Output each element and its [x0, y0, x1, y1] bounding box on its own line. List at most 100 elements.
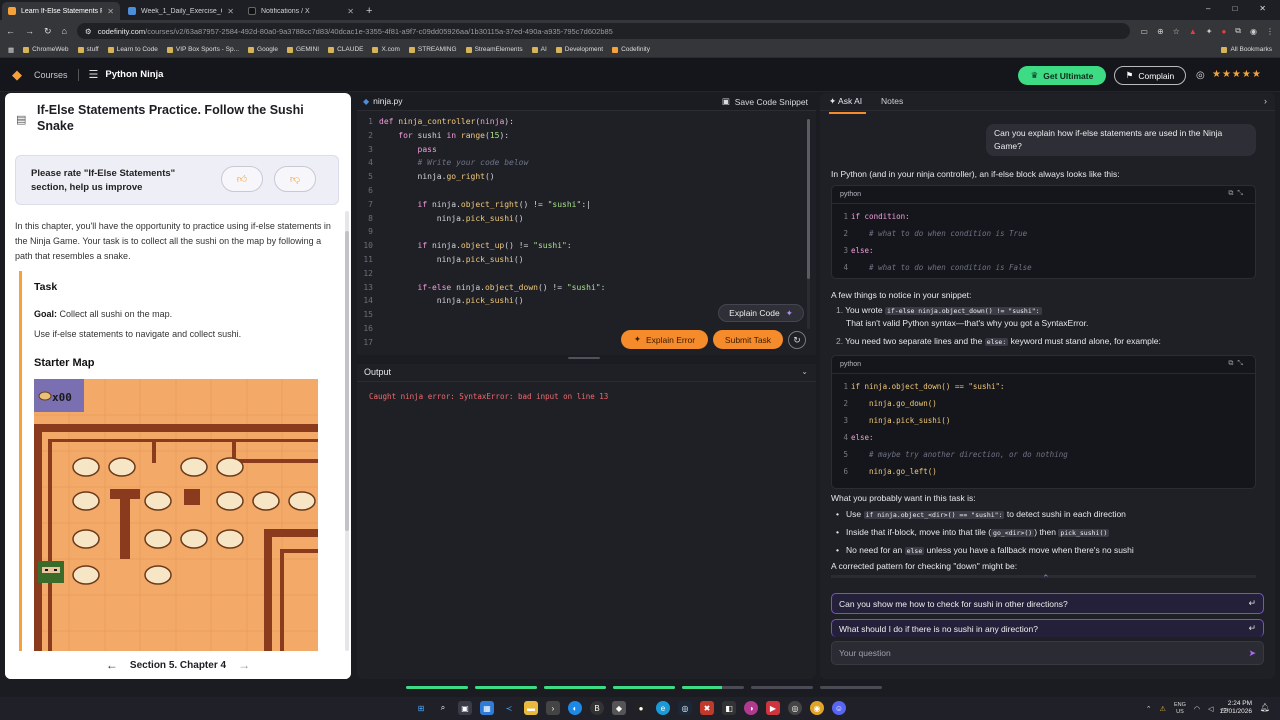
browser-tab-docs[interactable]: Week_1_Daily_Exercise_Guide.d ✕ [122, 2, 240, 20]
browser-tab-codefinity[interactable]: Learn If-Else Statements Practic ✕ [2, 2, 120, 20]
save-code-snippet-button[interactable]: ▣ Save Code Snippet [722, 96, 808, 107]
lesson-scrollbar[interactable] [345, 211, 349, 651]
file-tab[interactable]: ◆ ninja.py [363, 96, 402, 106]
courses-link[interactable]: Courses [34, 70, 68, 80]
explain-code-button[interactable]: Explain Code ✦ [718, 304, 804, 322]
expand-icon[interactable]: ⤡ [1237, 190, 1247, 197]
menu-icon[interactable]: ☰ [89, 68, 99, 81]
codefinity-logo-icon[interactable]: ◆ [10, 67, 24, 82]
app-icon[interactable]: ◑ [744, 701, 758, 715]
scroll-up-icon[interactable]: ⌃ [1042, 573, 1050, 584]
minimize-button[interactable]: – [1206, 4, 1210, 13]
app-icon[interactable]: ◧ [722, 701, 736, 715]
home-icon[interactable]: ⌂ [62, 26, 67, 36]
book-icon[interactable]: ▤ [16, 113, 26, 126]
bookmark-item[interactable]: GEMINI [286, 46, 319, 53]
clock[interactable]: 2:24 PM 12/01/2026 [1219, 700, 1252, 716]
chevron-up-icon[interactable]: ⌃ [1146, 705, 1152, 713]
thumbs-down-button[interactable]: 👎︎ [274, 166, 316, 192]
profile-avatar-icon[interactable]: ◉ [1250, 27, 1257, 36]
app-icon[interactable]: ◎ [788, 701, 802, 715]
steam-icon[interactable]: ◎ [678, 701, 692, 715]
forward-icon[interactable]: → [25, 26, 34, 36]
reset-code-icon[interactable]: ↻ [788, 331, 806, 349]
language-globe-icon[interactable]: ◎ [1196, 70, 1205, 81]
close-tab-icon[interactable]: ✕ [347, 7, 354, 16]
app-icon[interactable]: B [590, 701, 604, 715]
cast-icon[interactable]: ▭ [1140, 27, 1148, 36]
maximize-button[interactable]: □ [1232, 4, 1237, 13]
ai-question-input[interactable]: Your question ➤ [831, 641, 1264, 665]
extensions-puzzle-icon[interactable]: ⧉ [1235, 26, 1241, 36]
app-icon[interactable]: ▶ [766, 701, 780, 715]
reload-icon[interactable]: ↻ [44, 26, 52, 37]
chevron-down-icon[interactable]: ⌄ [801, 367, 808, 376]
terminal-icon[interactable]: › [546, 701, 560, 715]
extension-icon[interactable]: ● [1221, 27, 1226, 36]
menu-dots-icon[interactable]: ⋮ [1266, 27, 1274, 36]
bookmark-item[interactable]: Google [248, 46, 278, 53]
notification-icon[interactable]: ⚠ [1160, 705, 1166, 713]
apps-grid-icon[interactable]: ▦ [8, 46, 14, 54]
bookmark-star-icon[interactable]: ☆ [1173, 27, 1180, 36]
github-icon[interactable]: ● [634, 701, 648, 715]
bookmark-item[interactable]: Codefinity [612, 46, 650, 53]
language-indicator[interactable]: ENG US [1174, 702, 1186, 716]
rating-stars[interactable]: ★★★★★ [1212, 69, 1262, 80]
start-windows-icon[interactable]: ⊞ [414, 701, 428, 715]
site-info-icon[interactable]: ⚙ [85, 27, 92, 36]
close-tab-icon[interactable]: ✕ [107, 7, 114, 16]
bell-icon[interactable]: 🔔︎ [1260, 703, 1270, 712]
back-icon[interactable]: ← [6, 26, 15, 36]
send-icon[interactable]: ➤ [1248, 648, 1256, 659]
url-input[interactable]: ⚙ codefinity.com/courses/v2/63a87957-258… [76, 23, 1131, 39]
wifi-icon[interactable]: ◠ [1194, 705, 1200, 713]
explain-error-button[interactable]: ✦ Explain Error [621, 330, 708, 349]
all-bookmarks-button[interactable]: All Bookmarks [1221, 46, 1272, 53]
editor-scrollbar[interactable] [807, 119, 810, 329]
app-icon[interactable]: ✖ [700, 701, 714, 715]
lesson-content[interactable]: In this chapter, you'll have the opportu… [5, 211, 343, 651]
submit-task-button[interactable]: Submit Task [713, 330, 783, 349]
next-chapter-icon[interactable]: → [238, 658, 250, 672]
suggested-question-button[interactable]: Can you show me how to check for sushi i… [831, 593, 1264, 614]
browser-tab-x[interactable]: Notifications / X ✕ [242, 2, 360, 20]
file-explorer-icon[interactable]: ▬ [524, 701, 538, 715]
close-tab-icon[interactable]: ✕ [227, 7, 234, 16]
close-window-button[interactable]: ✕ [1259, 4, 1266, 13]
bookmark-item[interactable]: stuff [77, 46, 99, 53]
volume-icon[interactable]: ◁ [1208, 705, 1213, 713]
widgets-icon[interactable]: ▦ [480, 701, 494, 715]
app-icon[interactable]: ◐ [568, 701, 582, 715]
bookmark-item[interactable]: STREAMING [408, 46, 457, 53]
bookmark-item[interactable]: X.com [372, 46, 400, 53]
chrome-icon[interactable]: ◉ [810, 701, 824, 715]
pdf-extension-icon[interactable]: ▲ [1189, 27, 1197, 36]
app-icon[interactable]: ◆ [612, 701, 626, 715]
get-ultimate-button[interactable]: ♛ Get Ultimate [1018, 66, 1106, 85]
bookmark-item[interactable]: StreamElements [465, 46, 523, 53]
expand-icon[interactable]: ⤡ [1237, 360, 1247, 367]
task-view-icon[interactable]: ▣ [458, 701, 472, 715]
suggested-question-button[interactable]: What should I do if there is no sushi in… [831, 619, 1264, 637]
extension-icon[interactable]: ✦ [1206, 27, 1213, 36]
bookmark-item[interactable]: CLAUDE [328, 46, 363, 53]
tab-ask-ai[interactable]: ✦ Ask AI [829, 96, 867, 114]
discord-icon[interactable]: ☺ [832, 701, 846, 715]
zoom-icon[interactable]: ⊕ [1157, 27, 1164, 36]
search-icon[interactable]: ⌕ [436, 701, 450, 715]
thumbs-up-button[interactable]: 👍︎ [221, 166, 263, 192]
panel-resize-handle[interactable] [568, 357, 600, 359]
bookmark-item[interactable]: AI [531, 46, 547, 53]
bookmark-item[interactable]: ChromeWeb [23, 46, 69, 53]
new-tab-button[interactable]: + [366, 2, 372, 20]
collapse-panel-icon[interactable]: › [1264, 96, 1267, 106]
vscode-icon[interactable]: ≺ [502, 701, 516, 715]
edge-icon[interactable]: e [656, 701, 670, 715]
bookmark-item[interactable]: Development [555, 46, 603, 53]
bookmark-item[interactable]: Learn to Code [107, 46, 158, 53]
bookmark-item[interactable]: VIP Box Sports - Sp... [166, 46, 239, 53]
previous-chapter-icon[interactable]: ← [106, 658, 118, 672]
tab-notes[interactable]: Notes [881, 96, 903, 106]
complain-button[interactable]: ⚑ Complain [1114, 66, 1186, 85]
